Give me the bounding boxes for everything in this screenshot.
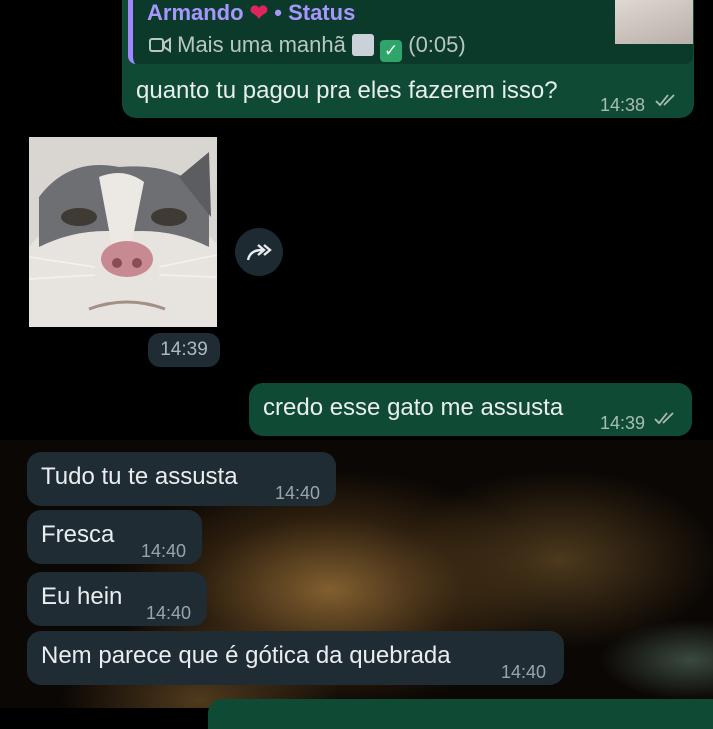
forward-icon — [246, 244, 272, 261]
image-time: 14:39 — [148, 333, 220, 367]
message-time: 14:40 — [141, 541, 187, 561]
heart-emoji-icon: ❤ — [249, 0, 269, 25]
message-text: quanto tu pagou pra eles fazerem isso? — [136, 77, 558, 104]
message-bubble-outgoing[interactable]: credo esse gato me assusta 14:39 — [249, 383, 692, 436]
message-time: 14:40 — [146, 603, 192, 623]
reply-thumbnail — [615, 0, 693, 44]
message-text: credo esse gato me assusta — [263, 394, 564, 421]
message-time: 14:38 — [600, 95, 646, 115]
cat-face-image — [29, 137, 217, 327]
message-bubble-incoming[interactable]: Nem parece que é gótica da quebrada 14:4… — [27, 631, 564, 685]
message-bubble-incoming[interactable]: Tudo tu te assusta 14:40 — [27, 452, 336, 506]
message-text: Nem parece que é gótica da quebrada — [41, 642, 451, 669]
forward-button[interactable] — [235, 228, 283, 276]
message-bubble-incoming[interactable]: Eu hein 14:40 — [27, 572, 207, 626]
cat-image[interactable] — [29, 137, 217, 327]
message-time: 14:40 — [275, 483, 321, 503]
video-icon — [149, 37, 171, 53]
reply-quote[interactable]: Armando ❤ • Status Mais uma manhã ✓ (0:0… — [128, 0, 693, 64]
message-text: Eu hein — [41, 583, 123, 610]
reply-author: Armando ❤ • Status — [147, 0, 356, 25]
emoji-icon — [352, 34, 374, 56]
check-emoji-icon: ✓ — [380, 40, 403, 62]
message-bubble-outgoing-partial[interactable] — [208, 699, 713, 729]
message-text: Tudo tu te assusta — [41, 463, 238, 490]
message-time: 14:39 — [600, 413, 646, 433]
message-bubble-incoming[interactable]: Fresca 14:40 — [27, 510, 202, 564]
read-ticks-icon — [654, 412, 674, 425]
message-bubble-outgoing[interactable]: Armando ❤ • Status Mais uma manhã ✓ (0:0… — [122, 0, 694, 118]
reply-subtitle: Mais uma manhã ✓ (0:05) — [149, 30, 466, 62]
message-text: Fresca — [41, 521, 115, 548]
message-time: 14:40 — [501, 662, 547, 682]
read-ticks-icon — [655, 94, 675, 107]
